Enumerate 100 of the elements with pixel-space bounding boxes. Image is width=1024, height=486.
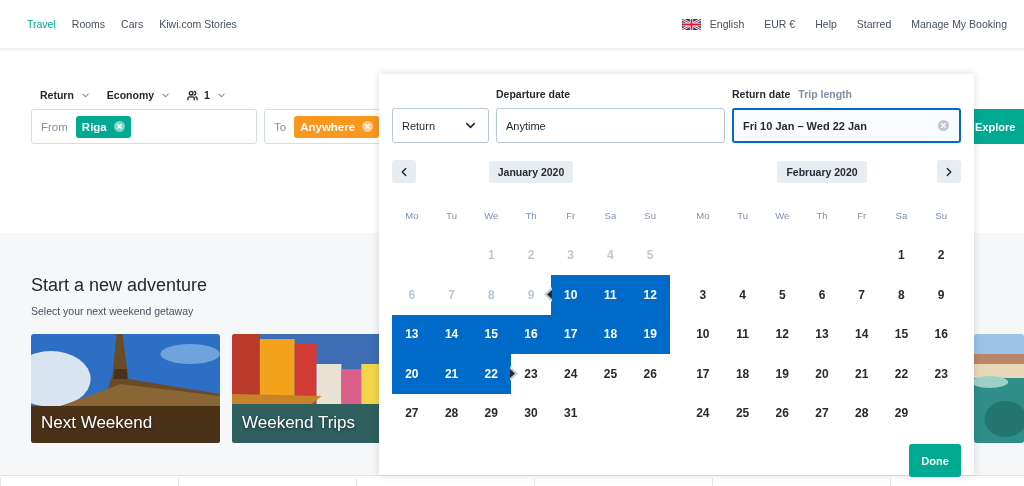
place-chip: Riga [75, 115, 131, 138]
field-label: From [41, 120, 68, 133]
language-link[interactable]: English [709, 18, 745, 30]
calendar-day[interactable]: 23 [511, 354, 551, 394]
option-dropdown[interactable]: Return [40, 89, 91, 101]
calendar-day[interactable]: 24 [550, 354, 591, 394]
nav-tab[interactable]: Kiwi.com Stories [159, 18, 237, 30]
calendar-day[interactable]: 13 [802, 314, 842, 354]
calendar-day[interactable]: 13 [392, 314, 432, 354]
calendar-day[interactable]: 26 [630, 354, 670, 394]
weekday-label: Su [644, 208, 656, 223]
calendar-day[interactable]: 18 [590, 314, 631, 354]
range-end-icon [510, 366, 519, 382]
calendar-day[interactable]: 15 [881, 314, 922, 354]
month-title[interactable]: February 2020 [777, 160, 867, 183]
calendar-day[interactable]: 20 [802, 354, 842, 394]
destination-card[interactable]: Next Weekend [31, 334, 220, 443]
calendar-day[interactable]: 27 [802, 393, 842, 433]
field-label: To [274, 120, 287, 133]
header-link[interactable]: Manage My Booking [911, 18, 1007, 30]
calendar-day[interactable]: 6 [802, 275, 842, 315]
currency-link[interactable]: EUR € [764, 18, 796, 30]
calendar-day[interactable]: 12 [762, 314, 803, 354]
weekday-label: Fr [857, 208, 867, 223]
field-label: Return date [732, 88, 791, 100]
calendar-day[interactable]: 2 [921, 235, 961, 275]
calendar-day[interactable]: 15 [471, 314, 512, 354]
passengers-icon [187, 89, 199, 101]
range-start-icon [543, 287, 552, 303]
month-title[interactable]: January 2020 [488, 160, 574, 183]
weekday-label: Tu [737, 208, 748, 223]
calendar-day[interactable]: 19 [762, 354, 803, 394]
card-title: Weekend Trips [242, 413, 356, 433]
calendar-day[interactable]: 26 [762, 393, 803, 433]
calendar-day[interactable]: 17 [550, 314, 591, 354]
trip-type-select[interactable]: Return [392, 108, 489, 143]
calendar-day[interactable]: 23 [921, 354, 961, 394]
calendar-day[interactable]: 14 [841, 314, 882, 354]
passengers-dropdown[interactable]: 1 [187, 89, 227, 101]
calendar-day[interactable]: 16 [511, 314, 551, 354]
calendar-day[interactable]: 30 [511, 393, 551, 433]
place-chip: Anywhere [294, 115, 380, 138]
calendar-day[interactable]: 16 [921, 314, 961, 354]
calendar-day[interactable]: 20 [392, 354, 432, 394]
weekday-label: Sa [895, 208, 908, 223]
calendar-day[interactable]: 21 [431, 354, 472, 394]
nav-tab[interactable]: Rooms [71, 18, 106, 30]
calendar-day[interactable]: 19 [630, 314, 670, 354]
calendar-day[interactable]: 11 [590, 275, 631, 315]
nav-tab[interactable]: Cars [121, 18, 144, 30]
weekday-label: Mo [696, 208, 710, 223]
calendar-day[interactable]: 3 [683, 275, 723, 315]
departure-date-field[interactable]: Anytime [496, 108, 725, 143]
calendar-day[interactable]: 22 [881, 354, 922, 394]
clear-icon[interactable] [113, 121, 125, 132]
calendar-day[interactable]: 21 [841, 354, 882, 394]
flag-icon [681, 18, 701, 30]
card-title: Next Weekend [41, 413, 153, 433]
section-title: Start a new adventure [31, 275, 208, 296]
option-dropdown[interactable]: Economy [106, 89, 172, 101]
section-subtitle: Select your next weekend getaway [31, 305, 195, 317]
calendar-day[interactable]: 4 [722, 275, 763, 315]
weekday-label: Tu [446, 208, 457, 223]
next-month-button[interactable] [937, 160, 961, 183]
calendar-day[interactable]: 25 [590, 354, 631, 394]
weekday-label: We [775, 208, 790, 223]
calendar-day[interactable]: 10 [550, 275, 591, 315]
weekday-label: Th [525, 208, 537, 223]
calendar-day[interactable]: 29 [471, 393, 512, 433]
weekday-label: Su [935, 208, 947, 223]
calendar-day[interactable]: 28 [431, 393, 472, 433]
calendar-day[interactable]: 31 [550, 393, 591, 433]
calendar-day[interactable]: 5 [762, 275, 803, 315]
weekday-label: We [484, 208, 499, 223]
calendar-day[interactable]: 25 [722, 393, 763, 433]
calendar-day[interactable]: 10 [683, 314, 723, 354]
calendar-day[interactable]: 1 [881, 235, 922, 275]
weekday-label: Mo [405, 208, 419, 223]
header-link[interactable]: Starred [856, 18, 892, 30]
clear-icon[interactable] [362, 121, 374, 132]
weekday-label: Sa [604, 208, 617, 223]
header-link[interactable]: Help [815, 18, 837, 30]
calendar-day[interactable]: 24 [683, 393, 723, 433]
previous-month-button[interactable] [392, 160, 416, 183]
calendar-day[interactable]: 18 [722, 354, 763, 394]
calendar-day[interactable]: 7 [841, 275, 882, 315]
calendar-day[interactable]: 9 [921, 275, 961, 315]
field-label: Departure date [496, 88, 571, 100]
calendar-day[interactable]: 14 [431, 314, 472, 354]
calendar-day[interactable]: 22 [471, 354, 512, 394]
weekday-label: Th [816, 208, 828, 223]
calendar-day[interactable]: 29 [881, 393, 922, 433]
weekday-label: Fr [566, 208, 576, 223]
calendar-day[interactable]: 28 [841, 393, 882, 433]
clear-icon[interactable] [938, 120, 949, 131]
calendar-day[interactable]: 12 [630, 275, 670, 315]
calendar-day[interactable]: 17 [683, 354, 723, 394]
calendar-day[interactable]: 8 [881, 275, 922, 315]
return-date-field[interactable]: Fri 10 Jan – Wed 22 Jan [732, 108, 961, 143]
calendar-day[interactable]: 11 [722, 314, 763, 354]
